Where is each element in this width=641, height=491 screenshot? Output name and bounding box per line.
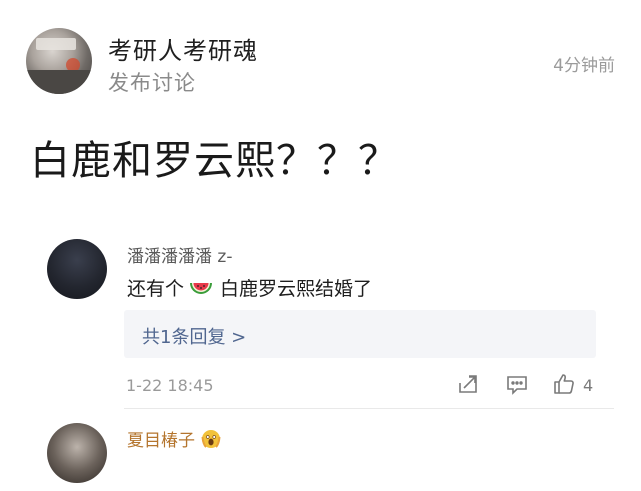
replies-box[interactable]: 共1条回复 > — [124, 310, 596, 358]
comment-text: 还有个 白鹿罗云熙结婚了 — [127, 274, 372, 301]
scream-icon — [201, 429, 221, 449]
like-count: 4 — [583, 376, 594, 395]
post-body: 白鹿和罗云熙？？？ — [30, 138, 399, 184]
next-commenter-username-text[interactable]: 夏目椿子 — [127, 426, 195, 451]
post-timestamp: 4分钟前 — [553, 56, 615, 76]
comment-text-after: 白鹿罗云熙结婚了 — [220, 278, 373, 300]
comment-date: 1-22 18:45 — [126, 376, 214, 395]
like-icon[interactable] — [552, 372, 576, 396]
commenter-username[interactable]: 潘潘潘潘潘 z- — [127, 242, 232, 267]
reply-icon[interactable] — [505, 372, 529, 396]
author-name[interactable]: 考研人考研魂 — [108, 31, 258, 66]
view-replies-link[interactable]: 共1条回复 > — [142, 323, 246, 349]
comment-divider — [124, 408, 614, 409]
commenter-avatar[interactable] — [47, 239, 107, 299]
next-commenter-username[interactable]: 夏目椿子 — [127, 426, 221, 451]
author-avatar[interactable] — [26, 28, 92, 94]
next-commenter-avatar[interactable] — [47, 423, 107, 483]
post-subtitle: 发布讨论 — [108, 71, 196, 95]
watermelon-icon — [188, 275, 214, 301]
share-icon[interactable] — [456, 372, 480, 396]
comment-text-before: 还有个 — [127, 278, 185, 300]
